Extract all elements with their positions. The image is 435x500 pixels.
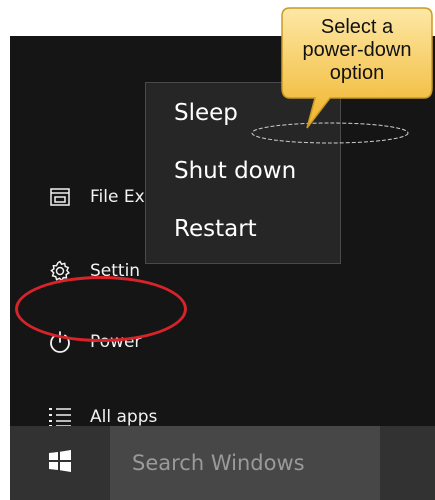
screenshot-stage: File Ex Settin Power All apps Search Win…: [0, 0, 435, 500]
start-item-label: All apps: [90, 407, 158, 427]
start-button[interactable]: [10, 426, 110, 500]
start-item-label: Power: [90, 332, 142, 352]
file-explorer-icon: [40, 174, 80, 220]
start-item-label: Settin: [90, 261, 141, 281]
power-options-menu: Sleep Shut down Restart: [145, 82, 341, 264]
menu-item-sleep[interactable]: Sleep: [146, 85, 340, 141]
menu-item-restart[interactable]: Restart: [146, 201, 340, 257]
start-item-power[interactable]: Power: [20, 319, 200, 365]
search-input[interactable]: [130, 450, 374, 476]
search-box[interactable]: [110, 426, 380, 500]
start-item-label: File Ex: [90, 187, 145, 207]
taskbar: [10, 426, 435, 500]
windows-logo-icon: [48, 449, 72, 477]
gear-icon: [40, 248, 80, 294]
power-icon: [40, 319, 80, 365]
menu-item-shut-down[interactable]: Shut down: [146, 143, 340, 199]
